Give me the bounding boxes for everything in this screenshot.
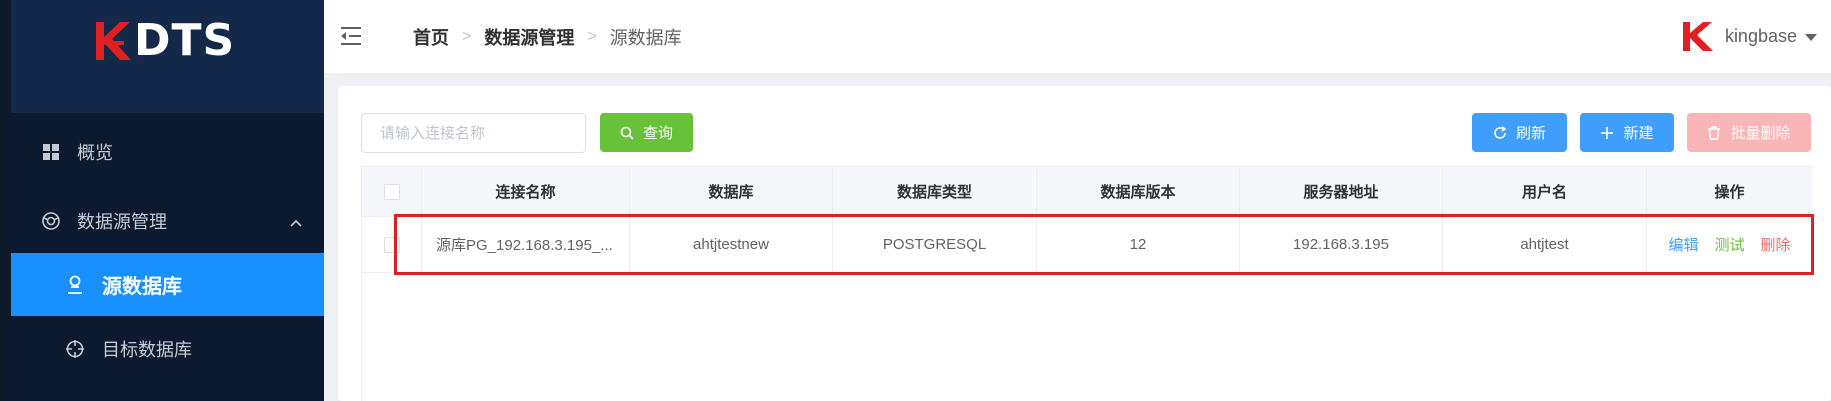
trash-icon: [1707, 125, 1721, 140]
column-header-username: 用户名: [1443, 167, 1647, 216]
highlight-box: [394, 214, 1814, 275]
window-edge: [0, 0, 11, 401]
column-header-db-version: 数据库版本: [1037, 167, 1240, 216]
sidebar: DTS 概览 数据源管理 源数据库 目标数据库: [11, 0, 324, 401]
column-header-db-type: 数据库类型: [833, 167, 1037, 216]
breadcrumb: 首页 > 数据源管理 > 源数据库: [413, 24, 682, 50]
new-button-label: 新建: [1623, 125, 1654, 142]
caret-down-icon: [1805, 34, 1817, 41]
table-header: 连接名称 数据库 数据库类型 数据库版本 服务器地址 用户名 操作: [362, 166, 1812, 217]
plus-icon: [1600, 126, 1614, 140]
chevron-up-icon: [290, 211, 302, 232]
app-logo: DTS: [94, 18, 235, 64]
logo-text: DTS: [134, 15, 236, 66]
user-menu[interactable]: kingbase: [1679, 18, 1817, 54]
logo-area: DTS: [11, 0, 324, 113]
select-all-checkbox[interactable]: [383, 183, 400, 200]
search-icon: [620, 126, 634, 140]
breadcrumb-datasource[interactable]: 数据源管理: [484, 24, 574, 50]
breadcrumb-current: 源数据库: [609, 28, 682, 48]
sidebar-item-target-db[interactable]: 目标数据库: [11, 325, 324, 373]
refresh-button[interactable]: 刷新: [1472, 113, 1567, 152]
user-name: kingbase: [1724, 25, 1797, 46]
breadcrumb-home[interactable]: 首页: [413, 24, 449, 50]
datasource-icon: [41, 211, 61, 231]
sidebar-item-source-db[interactable]: 源数据库: [11, 253, 324, 316]
query-button[interactable]: 查询: [600, 113, 693, 152]
chevron-right-icon: >: [587, 28, 597, 45]
column-header-name: 连接名称: [422, 167, 630, 216]
sidebar-item-label: 数据源管理: [77, 212, 167, 232]
sidebar-item-label: 源数据库: [102, 276, 182, 298]
logo-k-icon: [96, 22, 131, 60]
sidebar-item-datasource-management[interactable]: 数据源管理: [11, 197, 324, 245]
header-checkbox-cell: [362, 167, 422, 216]
batch-delete-button[interactable]: 批量删除: [1687, 113, 1811, 152]
column-header-database: 数据库: [630, 167, 833, 216]
grid-icon: [41, 142, 61, 162]
datasource-table: 连接名称 数据库 数据库类型 数据库版本 服务器地址 用户名 操作 源库PG_1…: [361, 166, 1812, 401]
column-header-server: 服务器地址: [1240, 167, 1443, 216]
target-icon: [65, 339, 85, 359]
new-button[interactable]: 新建: [1580, 113, 1674, 152]
column-header-ops: 操作: [1714, 184, 1745, 201]
user-db-icon: [65, 275, 85, 295]
top-header: 首页 > 数据源管理 > 源数据库 kingbase: [324, 0, 1831, 73]
query-button-label: 查询: [642, 125, 673, 142]
menu-toggle-icon[interactable]: [339, 25, 363, 47]
chevron-right-icon: >: [462, 28, 472, 45]
refresh-button-label: 刷新: [1515, 125, 1546, 142]
sidebar-item-label: 概览: [77, 143, 113, 163]
refresh-icon: [1493, 125, 1507, 140]
search-input[interactable]: [361, 113, 586, 153]
kingbase-logo-icon: [1682, 22, 1713, 51]
sidebar-item-overview[interactable]: 概览: [11, 128, 324, 176]
batch-delete-button-label: 批量删除: [1730, 125, 1791, 142]
sidebar-item-label: 目标数据库: [102, 340, 192, 360]
